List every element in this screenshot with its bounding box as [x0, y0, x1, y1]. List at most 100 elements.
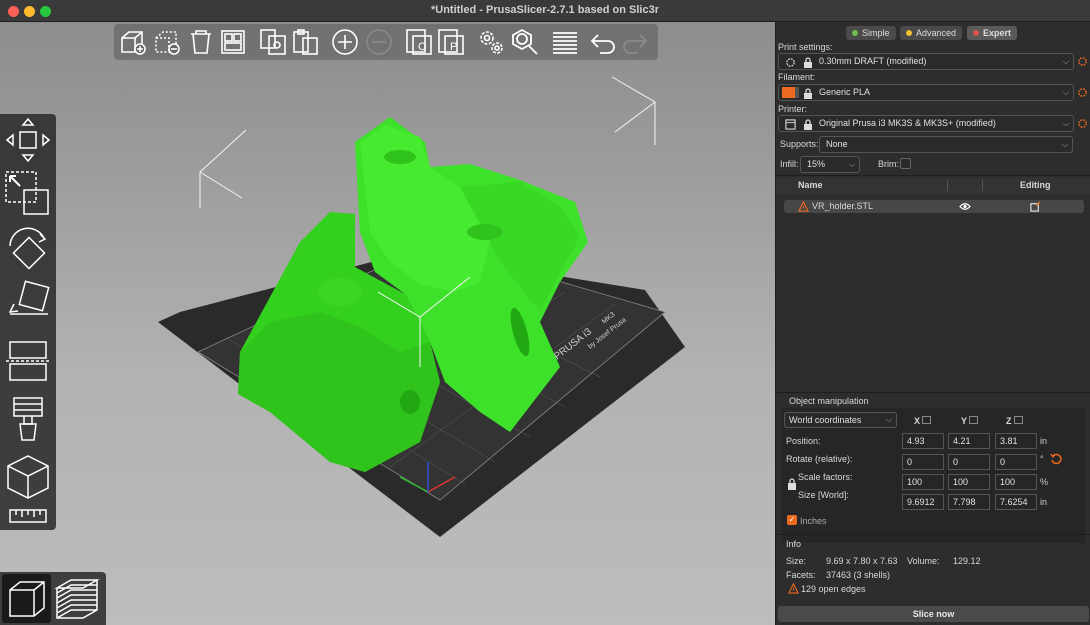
info-facets-label: Facets:: [786, 570, 816, 580]
arrange-button[interactable]: [218, 27, 248, 57]
y-drop-to-bed-icon[interactable]: [969, 416, 978, 424]
scale-lock-icon[interactable]: [787, 478, 797, 490]
size-unit: in: [1040, 497, 1048, 507]
preview-button[interactable]: [53, 574, 102, 623]
remove-cube-icon: [155, 31, 180, 55]
eye-icon[interactable]: [959, 202, 971, 211]
inches-checkbox[interactable]: ✓: [787, 515, 797, 525]
print-settings-value: 0.30mm DRAFT (modified): [819, 56, 927, 66]
3d-viewport[interactable]: PRUSA i3 MK3 by Josef Prusa O P: [0, 22, 775, 625]
printer-edit-gear-icon[interactable]: [1077, 118, 1088, 129]
layers-editing-button[interactable]: [550, 27, 580, 57]
warning-icon: [788, 583, 799, 594]
copy-icon: [260, 29, 286, 55]
layer-settings-button[interactable]: [476, 27, 506, 57]
redo-button[interactable]: [620, 27, 650, 57]
add-button[interactable]: [118, 27, 148, 57]
window-title: *Untitled - PrusaSlicer-2.7.1 based on S…: [430, 4, 660, 16]
print-settings-edit-gear-icon[interactable]: [1077, 56, 1088, 67]
move-tool-button[interactable]: [4, 116, 52, 164]
settings-sidebar: Simple Advanced Expert Print settings: 0…: [775, 22, 1090, 625]
measure-tool-button[interactable]: [4, 452, 52, 500]
print-settings-combo[interactable]: 0.30mm DRAFT (modified) ⌵: [778, 53, 1074, 70]
size-y-input[interactable]: 7.798: [948, 494, 990, 510]
svg-text:O: O: [418, 41, 427, 53]
chevron-down-icon: ⌵: [848, 160, 855, 169]
mode-advanced-button[interactable]: Advanced: [900, 26, 963, 40]
undo-icon: [590, 34, 615, 54]
delete-all-button[interactable]: [186, 27, 216, 57]
ruler-tool-button[interactable]: [4, 504, 52, 528]
supports-combo[interactable]: None ⌵: [819, 136, 1073, 153]
3d-view-button[interactable]: [2, 574, 51, 623]
svg-text:P: P: [450, 41, 457, 53]
scale-y-input[interactable]: 100: [948, 474, 990, 490]
reset-rotation-icon[interactable]: [1050, 453, 1062, 465]
lock-icon: [804, 88, 812, 99]
position-y-input[interactable]: 4.21: [948, 433, 990, 449]
mode-simple-button[interactable]: Simple: [846, 26, 896, 40]
object-list-name-column[interactable]: Name: [798, 180, 823, 190]
brim-checkbox[interactable]: [900, 158, 911, 169]
x-drop-to-bed-icon[interactable]: [922, 416, 931, 424]
scale-tool-button[interactable]: [4, 170, 52, 218]
split-parts-icon: P: [438, 29, 464, 55]
delete-button[interactable]: [152, 27, 182, 57]
top-toolbar: O P: [114, 24, 658, 60]
printer-combo[interactable]: Original Prusa i3 MK3S & MK3S+ (modified…: [778, 115, 1074, 132]
position-label: Position:: [786, 436, 821, 446]
size-x-input[interactable]: 9.6912: [902, 494, 944, 510]
size-z-input[interactable]: 7.6254: [995, 494, 1037, 510]
search-button[interactable]: [510, 27, 540, 57]
object-list-item[interactable]: VR_holder.STL: [784, 200, 1084, 213]
object-list-editing-column[interactable]: Editing: [1020, 180, 1051, 190]
supports-label: Supports:: [780, 139, 819, 149]
scale-unit: %: [1040, 477, 1049, 487]
rotate-tool-button[interactable]: [4, 224, 52, 272]
paste-button[interactable]: [290, 27, 320, 57]
rotate-z-input[interactable]: 0: [995, 454, 1037, 470]
filament-label: Filament:: [778, 72, 816, 82]
rotate-x-input[interactable]: 0: [902, 454, 944, 470]
copy-button[interactable]: [258, 27, 288, 57]
split-parts-button[interactable]: P: [436, 27, 466, 57]
add-instance-button[interactable]: [330, 27, 360, 57]
layers-icon: [553, 32, 577, 54]
3d-scene[interactable]: PRUSA i3 MK3 by Josef Prusa: [0, 22, 775, 625]
z-drop-to-bed-icon[interactable]: [1014, 416, 1023, 424]
filament-color-swatch[interactable]: [782, 87, 795, 98]
split-objects-button[interactable]: O: [404, 27, 434, 57]
filament-combo[interactable]: Generic PLA ⌵: [778, 84, 1074, 101]
cube-icon: [7, 455, 49, 499]
print-settings-label: Print settings:: [778, 42, 833, 52]
lock-icon: [804, 57, 812, 68]
advanced-dot-icon: [906, 30, 912, 36]
info-volume-label: Volume:: [907, 556, 940, 566]
add-cube-icon: [121, 31, 146, 55]
scale-icon: [5, 171, 49, 215]
scale-z-input[interactable]: 100: [995, 474, 1037, 490]
mode-expert-button[interactable]: Expert: [967, 26, 1018, 40]
filament-edit-gear-icon[interactable]: [1077, 87, 1088, 98]
position-z-input[interactable]: 3.81: [995, 433, 1037, 449]
slice-now-button[interactable]: Slice now: [778, 606, 1089, 622]
scale-x-input[interactable]: 100: [902, 474, 944, 490]
redo-icon: [623, 34, 648, 54]
supports-value: None: [826, 139, 848, 149]
rotate-y-input[interactable]: 0: [948, 454, 990, 470]
x-axis-label: X: [914, 416, 921, 426]
cut-tool-button[interactable]: [4, 336, 52, 384]
chevron-down-icon: ⌵: [885, 415, 892, 424]
rotate-icon: [9, 227, 47, 270]
undo-button[interactable]: [588, 27, 618, 57]
edit-icon[interactable]: [1030, 201, 1041, 212]
lock-icon: [804, 119, 812, 130]
paint-supports-button[interactable]: [4, 394, 52, 442]
position-x-input[interactable]: 4.93: [902, 433, 944, 449]
infill-combo[interactable]: 15% ⌵: [800, 156, 860, 173]
coordinates-combo[interactable]: World coordinates ⌵: [784, 412, 897, 428]
arrange-icon: [221, 30, 245, 54]
place-on-face-button[interactable]: [4, 280, 52, 328]
remove-instance-button[interactable]: [364, 27, 394, 57]
filament-value: Generic PLA: [819, 87, 871, 97]
